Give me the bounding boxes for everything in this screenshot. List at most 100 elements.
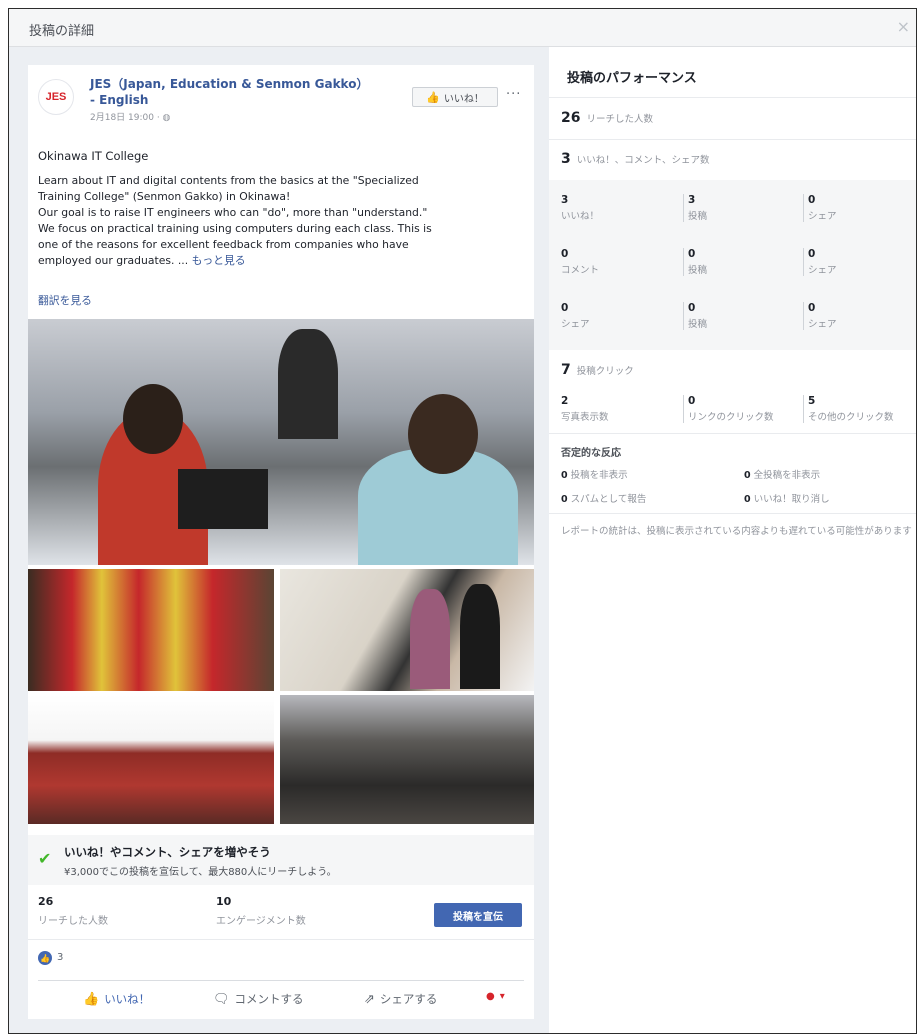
breakdown-label: シェア: [561, 319, 590, 330]
reactions-total: 3: [561, 151, 571, 167]
page-name-line1: JES（Japan, Education & Senmon Gakko）: [90, 77, 369, 91]
post-stats: 26 リーチした人数 10 エンゲージメント数 投稿を宣伝: [28, 885, 534, 940]
translate-link[interactable]: 翻訳を見る: [38, 292, 92, 308]
negative-value: 0: [561, 494, 568, 505]
breakdown-value: 0: [688, 248, 696, 260]
share-label: シェアする: [379, 992, 438, 1006]
share-icon: ⇗: [364, 991, 375, 1007]
breakdown-label: シェア: [808, 319, 837, 330]
click-breakdown-cell: 0 リンクのクリック数: [683, 395, 803, 423]
click-value: 5: [808, 395, 816, 407]
boost-promo: ✔ いいね！やコメント、シェアを増やそう ¥3,000でこの投稿を宣伝して、最大…: [28, 835, 534, 885]
thumbs-up-icon: 👍: [426, 90, 440, 104]
photo-ceremony[interactable]: [280, 569, 534, 691]
breakdown-cell: 0 シェア: [803, 248, 916, 276]
post-body-text: employed our graduates. ...: [38, 254, 192, 267]
click-value: 0: [688, 395, 696, 407]
breakdown-label: コメント: [561, 265, 600, 276]
negative-item: 0 投稿を非表示: [561, 467, 628, 481]
post-body-line: one of the reasons for excellent feedbac…: [38, 238, 409, 251]
breakdown-label: 投稿: [688, 319, 708, 330]
breakdown-label: 投稿: [688, 211, 708, 222]
boost-post-button[interactable]: 投稿を宣伝: [434, 903, 522, 927]
clicks-total-label: 投稿クリック: [576, 366, 634, 377]
reach-total-label: リーチした人数: [586, 114, 653, 125]
promo-title: いいね！やコメント、シェアを増やそう: [64, 845, 271, 859]
dialog-title: 投稿の詳細: [29, 24, 95, 39]
photo-graduation[interactable]: [280, 695, 534, 824]
post-header: JES JES（Japan, Education & Senmon Gakko）…: [28, 65, 534, 123]
reactions-breakdown: 3 いいね！ 3 投稿 0 シェア 0 コメント 0 投稿 0 シェア 0 シェア 0 投稿 0…: [549, 180, 916, 350]
breakdown-value: 0: [561, 248, 569, 260]
negative-item: 0 いいね！取り消し: [744, 491, 830, 505]
audience-selector[interactable]: ● ▾: [486, 991, 505, 1002]
post-performance-panel: 投稿のパフォーマンス 26 リーチした人数 3 いいね！、コメント、シェア数 3…: [549, 47, 916, 1033]
post-body: Learn about IT and digital contents from…: [38, 173, 528, 269]
reach-label: リーチした人数: [38, 916, 108, 927]
breakdown-value: 3: [688, 194, 696, 206]
photo-grid: [28, 319, 534, 824]
clicks-total: 7: [561, 362, 571, 378]
negative-label: いいね！取り消し: [753, 494, 830, 505]
click-label: リンクのクリック数: [688, 412, 774, 423]
divider: [549, 97, 916, 98]
page-avatar[interactable]: JES: [38, 79, 74, 115]
breakdown-value: 3: [561, 194, 569, 206]
photo-shisa[interactable]: [28, 569, 274, 691]
click-breakdown-cell: 5 その他のクリック数: [803, 395, 916, 423]
divider: [549, 513, 916, 514]
thumbs-up-icon: 👍: [83, 991, 100, 1007]
post-timestamp[interactable]: 2月18日 19:00 · ◍: [90, 110, 170, 123]
like-page-label: いいね！: [443, 93, 484, 105]
comment-button[interactable]: 🗨 コメントする: [213, 991, 304, 1007]
breakdown-cell: 0 シェア: [803, 302, 916, 330]
breakdown-label: いいね！: [561, 211, 600, 222]
promo-subtitle: ¥3,000でこの投稿を宣伝して、最大880人にリーチしよう。: [64, 867, 337, 878]
breakdown-label: シェア: [808, 265, 837, 276]
reaction-summary[interactable]: 👍 3: [28, 940, 534, 976]
reaction-count: 3: [57, 952, 64, 963]
breakdown-cell: 0 シェア: [803, 194, 916, 222]
reach-total: 26: [561, 110, 581, 126]
page-name-link[interactable]: JES（Japan, Education & Senmon Gakko） - E…: [90, 76, 390, 108]
click-value: 2: [561, 395, 569, 407]
breakdown-cell: 3 いいね！: [561, 194, 681, 222]
like-page-button[interactable]: 👍 いいね！: [412, 87, 498, 107]
comment-label: コメントする: [234, 992, 304, 1006]
post-subject: Okinawa IT College: [38, 149, 149, 163]
see-more-link[interactable]: もっと見る: [192, 254, 246, 267]
click-label: その他のクリック数: [808, 412, 894, 423]
breakdown-value: 0: [808, 194, 816, 206]
post-actions: 👍 いいね！ 🗨 コメントする ⇗ シェアする ● ▾: [38, 980, 524, 1016]
negative-value: 0: [744, 494, 751, 505]
share-button[interactable]: ⇗ シェアする: [364, 991, 437, 1007]
comment-icon: 🗨: [213, 991, 230, 1007]
breakdown-cell: 0 投稿: [683, 248, 803, 276]
photo-shurijo-castle[interactable]: [28, 695, 274, 824]
reach-count: 26: [38, 895, 54, 908]
post-body-line: We focus on practical training using com…: [38, 222, 432, 235]
click-label: 写真表示数: [561, 412, 609, 423]
post-body-line: Training College" (Senmon Gakko) in Okin…: [38, 190, 291, 203]
negative-item: 0 スパムとして報告: [561, 491, 646, 505]
chevron-down-icon: ▾: [499, 991, 505, 1002]
breakdown-cell: 3 投稿: [683, 194, 803, 222]
breakdown-cell: 0 シェア: [561, 302, 681, 330]
photo-classroom[interactable]: [28, 319, 534, 565]
click-breakdown-cell: 2 写真表示数: [561, 395, 681, 423]
performance-title: 投稿のパフォーマンス: [567, 71, 697, 86]
breakdown-value: 0: [808, 302, 816, 314]
negative-feedback-title: 否定的な反応: [561, 448, 621, 459]
breakdown-cell: 0 投稿: [683, 302, 803, 330]
breakdown-label: 投稿: [688, 265, 708, 276]
like-button[interactable]: 👍 いいね！: [83, 991, 150, 1007]
like-label: いいね！: [104, 992, 151, 1006]
negative-item: 0 全投稿を非表示: [744, 467, 820, 481]
dialog-header: 投稿の詳細 ×: [9, 9, 916, 47]
negative-label: スパムとして報告: [570, 494, 647, 505]
post-details-dialog: 投稿の詳細 × JES JES（Japan, Education & Senmo…: [8, 8, 917, 1034]
post-body-last-line: employed our graduates. ... もっと見る: [38, 253, 528, 269]
more-options-icon[interactable]: ···: [506, 87, 521, 102]
close-icon[interactable]: ×: [897, 17, 910, 36]
reactions-total-label: いいね！、コメント、シェア数: [576, 155, 710, 166]
